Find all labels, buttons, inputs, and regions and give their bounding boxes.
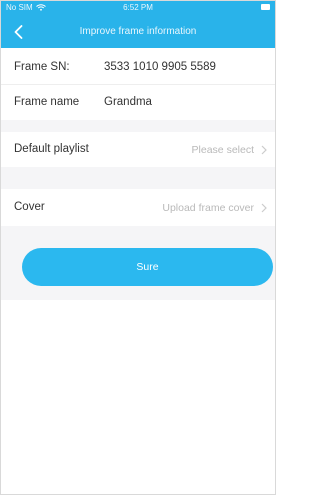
page-title: Improve frame information: [79, 26, 197, 37]
header-bar: No SIM 6:52 PM Improve frame information: [0, 0, 276, 48]
section-gap: [0, 167, 276, 189]
section-gap: [0, 120, 276, 132]
status-time: 6:52 PM: [123, 3, 153, 12]
frame-sn-label: Frame SN:: [14, 61, 70, 73]
status-bar: No SIM 6:52 PM: [0, 0, 276, 16]
frame-sn-value: 3533 1010 9905 5589: [104, 61, 216, 73]
frame-sn-row: Frame SN: 3533 1010 9905 5589: [0, 48, 276, 84]
nav-bar: Improve frame information: [0, 16, 276, 48]
chevron-right-icon: [261, 145, 267, 155]
cover-row[interactable]: Cover Upload frame cover: [0, 189, 276, 226]
cover-label: Cover: [14, 201, 45, 213]
chevron-right-icon: [261, 203, 267, 213]
battery-icon: [261, 4, 270, 10]
frame-name-field[interactable]: Grandma: [104, 96, 152, 108]
frame-name-label: Frame name: [14, 96, 80, 108]
default-playlist-placeholder: Please select: [191, 144, 254, 156]
default-playlist-label: Default playlist: [14, 143, 89, 155]
frame-name-row[interactable]: Frame name Grandma: [0, 85, 276, 120]
default-playlist-row[interactable]: Default playlist Please select: [0, 132, 276, 167]
sure-button[interactable]: Sure: [22, 248, 273, 286]
content-background: [0, 300, 276, 495]
cover-placeholder: Upload frame cover: [162, 202, 254, 214]
